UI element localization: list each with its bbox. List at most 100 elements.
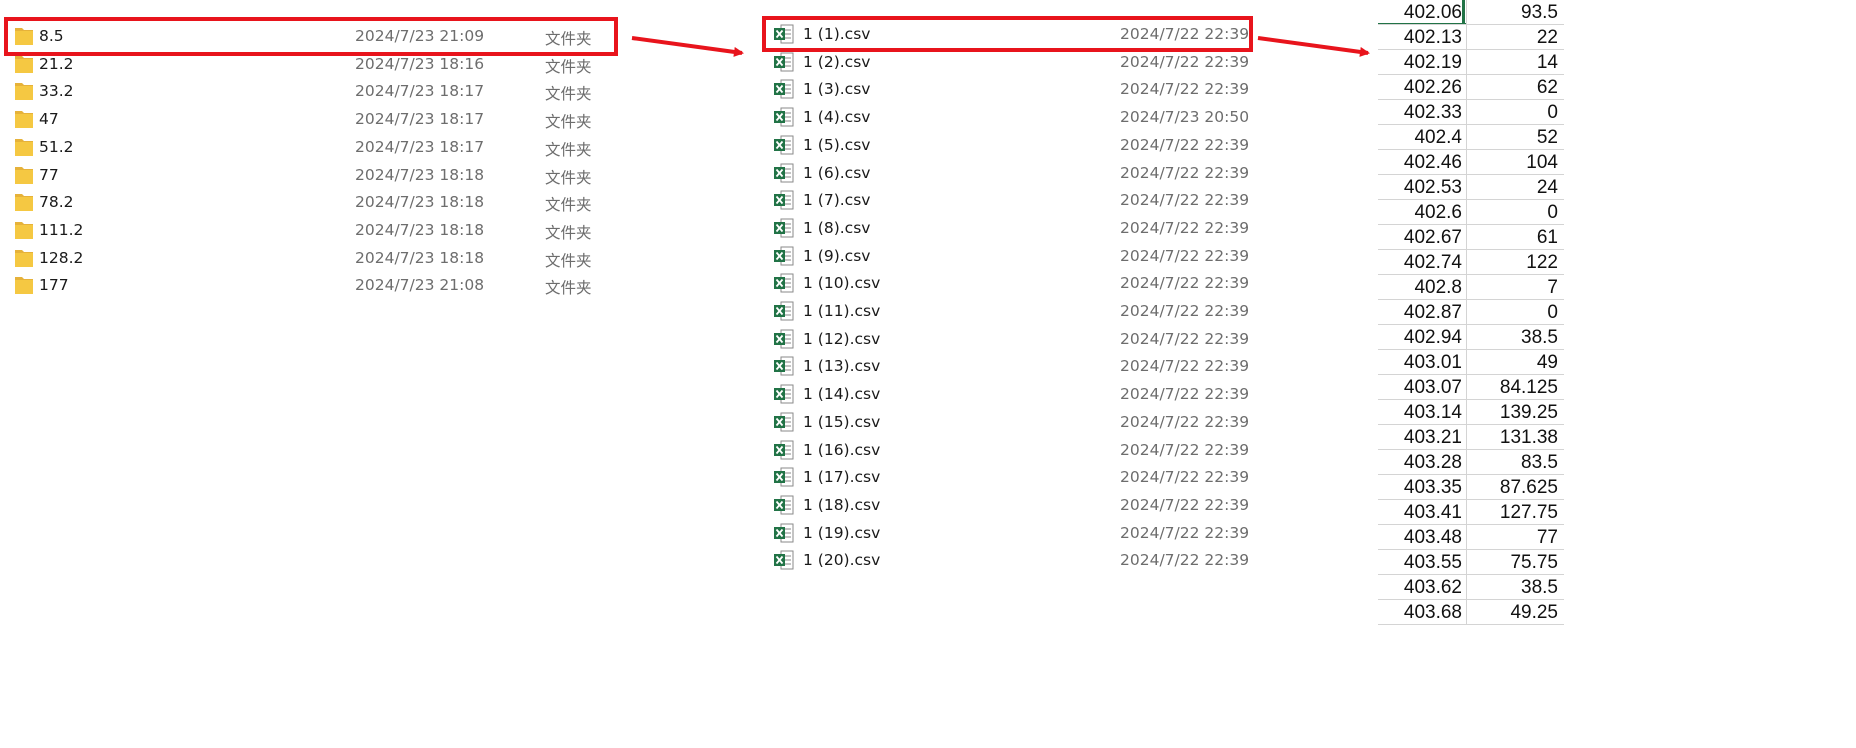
- cell-col-a[interactable]: 403.35: [1378, 475, 1466, 499]
- csv-file-row[interactable]: 1 (7).csv 2024/7/22 22:39: [773, 187, 1253, 214]
- cell-col-b[interactable]: 61: [1466, 225, 1562, 249]
- csv-file-row[interactable]: 1 (18).csv 2024/7/22 22:39: [773, 492, 1253, 519]
- cell-col-a[interactable]: 403.55: [1378, 550, 1466, 574]
- folder-row[interactable]: 177 2024/7/23 21:08 文件夹: [14, 272, 614, 299]
- excel-csv-icon: [773, 439, 795, 461]
- cell-col-a[interactable]: 403.68: [1378, 600, 1466, 624]
- cell-col-b[interactable]: 52: [1466, 125, 1562, 149]
- cell-col-b[interactable]: 77: [1466, 525, 1562, 549]
- cell-col-b[interactable]: 122: [1466, 250, 1562, 274]
- cell-col-b[interactable]: 22: [1466, 25, 1562, 49]
- cell-col-b[interactable]: 0: [1466, 200, 1562, 224]
- cell-col-b[interactable]: 38.5: [1466, 575, 1562, 599]
- folder-name: 111.2: [39, 220, 84, 239]
- folder-date: 2024/7/23 18:18: [355, 193, 485, 212]
- csv-file-row[interactable]: 1 (20).csv 2024/7/22 22:39: [773, 547, 1253, 574]
- csv-file-name: 1 (18).csv: [803, 495, 881, 514]
- csv-file-row[interactable]: 1 (17).csv 2024/7/22 22:39: [773, 464, 1253, 491]
- cell-col-a[interactable]: 403.41: [1378, 500, 1466, 524]
- cell-col-b[interactable]: 0: [1466, 300, 1562, 324]
- cell-col-a[interactable]: 402.8: [1378, 275, 1466, 299]
- cell-col-a[interactable]: 402.94: [1378, 325, 1466, 349]
- folder-row[interactable]: 128.2 2024/7/23 18:18 文件夹: [14, 245, 614, 272]
- csv-file-row[interactable]: 1 (8).csv 2024/7/22 22:39: [773, 215, 1253, 242]
- cell-col-a[interactable]: 403.07: [1378, 375, 1466, 399]
- cell-col-a[interactable]: 402.06: [1378, 0, 1466, 24]
- cell-col-b[interactable]: 104: [1466, 150, 1562, 174]
- sheet-row: 403.48 77: [1378, 525, 1564, 550]
- cell-col-b[interactable]: 14: [1466, 50, 1562, 74]
- sheet-row: 402.6 0: [1378, 200, 1564, 225]
- sheet-row: 403.28 83.5: [1378, 450, 1564, 475]
- cell-col-b[interactable]: 62: [1466, 75, 1562, 99]
- folder-name: 77: [39, 165, 59, 184]
- cell-col-a[interactable]: 402.19: [1378, 50, 1466, 74]
- excel-csv-icon: [773, 494, 795, 516]
- csv-file-date: 2024/7/22 22:39: [1120, 52, 1250, 71]
- csv-file-name: 1 (3).csv: [803, 80, 871, 99]
- cell-col-b[interactable]: 127.75: [1466, 500, 1562, 524]
- sheet-row: 402.74 122: [1378, 250, 1564, 275]
- folder-row[interactable]: 51.2 2024/7/23 18:17 文件夹: [14, 134, 614, 161]
- csv-file-row[interactable]: 1 (5).csv 2024/7/22 22:39: [773, 132, 1253, 159]
- csv-file-row[interactable]: 1 (9).csv 2024/7/22 22:39: [773, 243, 1253, 270]
- cell-col-a[interactable]: 403.48: [1378, 525, 1466, 549]
- csv-file-row[interactable]: 1 (13).csv 2024/7/22 22:39: [773, 353, 1253, 380]
- folder-row[interactable]: 78.2 2024/7/23 18:18 文件夹: [14, 189, 614, 216]
- cell-col-a[interactable]: 402.6: [1378, 200, 1466, 224]
- cell-col-a[interactable]: 402.13: [1378, 25, 1466, 49]
- cell-col-b[interactable]: 131.38: [1466, 425, 1562, 449]
- cell-col-b[interactable]: 0: [1466, 100, 1562, 124]
- cell-col-a[interactable]: 403.14: [1378, 400, 1466, 424]
- cell-col-b[interactable]: 139.25: [1466, 400, 1562, 424]
- folder-row[interactable]: 111.2 2024/7/23 18:18 文件夹: [14, 217, 614, 244]
- cell-col-a[interactable]: 402.87: [1378, 300, 1466, 324]
- csv-file-row[interactable]: 1 (12).csv 2024/7/22 22:39: [773, 326, 1253, 353]
- folder-row[interactable]: 33.2 2024/7/23 18:17 文件夹: [14, 78, 614, 105]
- csv-file-name: 1 (5).csv: [803, 135, 871, 154]
- folder-icon: [14, 108, 34, 130]
- cell-col-a[interactable]: 402.26: [1378, 75, 1466, 99]
- csv-file-row[interactable]: 1 (19).csv 2024/7/22 22:39: [773, 520, 1253, 547]
- cell-col-b[interactable]: 87.625: [1466, 475, 1562, 499]
- cell-col-a[interactable]: 402.33: [1378, 100, 1466, 124]
- folder-date: 2024/7/23 18:16: [355, 54, 485, 73]
- highlight-box-csv: [762, 16, 1253, 52]
- cell-col-b[interactable]: 49: [1466, 350, 1562, 374]
- csv-file-row[interactable]: 1 (3).csv 2024/7/22 22:39: [773, 76, 1253, 103]
- sheet-row: 403.55 75.75: [1378, 550, 1564, 575]
- cell-col-b[interactable]: 7: [1466, 275, 1562, 299]
- csv-file-name: 1 (10).csv: [803, 274, 881, 293]
- cell-col-a[interactable]: 402.4: [1378, 125, 1466, 149]
- cell-col-a[interactable]: 403.21: [1378, 425, 1466, 449]
- cell-col-b[interactable]: 24: [1466, 175, 1562, 199]
- sheet-row: 402.19 14: [1378, 50, 1564, 75]
- cell-col-b[interactable]: 93.5: [1466, 0, 1562, 24]
- folder-row[interactable]: 47 2024/7/23 18:17 文件夹: [14, 106, 614, 133]
- excel-csv-icon: [773, 328, 795, 350]
- cell-col-a[interactable]: 402.74: [1378, 250, 1466, 274]
- cell-col-a[interactable]: 403.01: [1378, 350, 1466, 374]
- cell-col-b[interactable]: 49.25: [1466, 600, 1562, 624]
- cell-col-a[interactable]: 402.67: [1378, 225, 1466, 249]
- cell-col-b[interactable]: 84.125: [1466, 375, 1562, 399]
- excel-csv-icon: [773, 383, 795, 405]
- csv-file-date: 2024/7/22 22:39: [1120, 495, 1250, 514]
- cell-col-a[interactable]: 402.46: [1378, 150, 1466, 174]
- cell-col-a[interactable]: 403.62: [1378, 575, 1466, 599]
- csv-file-row[interactable]: 1 (11).csv 2024/7/22 22:39: [773, 298, 1253, 325]
- folder-row[interactable]: 77 2024/7/23 18:18 文件夹: [14, 162, 614, 189]
- csv-file-row[interactable]: 1 (16).csv 2024/7/22 22:39: [773, 437, 1253, 464]
- csv-file-row[interactable]: 1 (14).csv 2024/7/22 22:39: [773, 381, 1253, 408]
- folder-name: 21.2: [39, 54, 74, 73]
- csv-file-row[interactable]: 1 (10).csv 2024/7/22 22:39: [773, 270, 1253, 297]
- cell-col-b[interactable]: 38.5: [1466, 325, 1562, 349]
- cell-col-a[interactable]: 402.53: [1378, 175, 1466, 199]
- csv-file-row[interactable]: 1 (2).csv 2024/7/22 22:39: [773, 49, 1253, 76]
- cell-col-a[interactable]: 403.28: [1378, 450, 1466, 474]
- csv-file-row[interactable]: 1 (4).csv 2024/7/23 20:50: [773, 104, 1253, 131]
- cell-col-b[interactable]: 75.75: [1466, 550, 1562, 574]
- csv-file-row[interactable]: 1 (15).csv 2024/7/22 22:39: [773, 409, 1253, 436]
- csv-file-row[interactable]: 1 (6).csv 2024/7/22 22:39: [773, 160, 1253, 187]
- cell-col-b[interactable]: 83.5: [1466, 450, 1562, 474]
